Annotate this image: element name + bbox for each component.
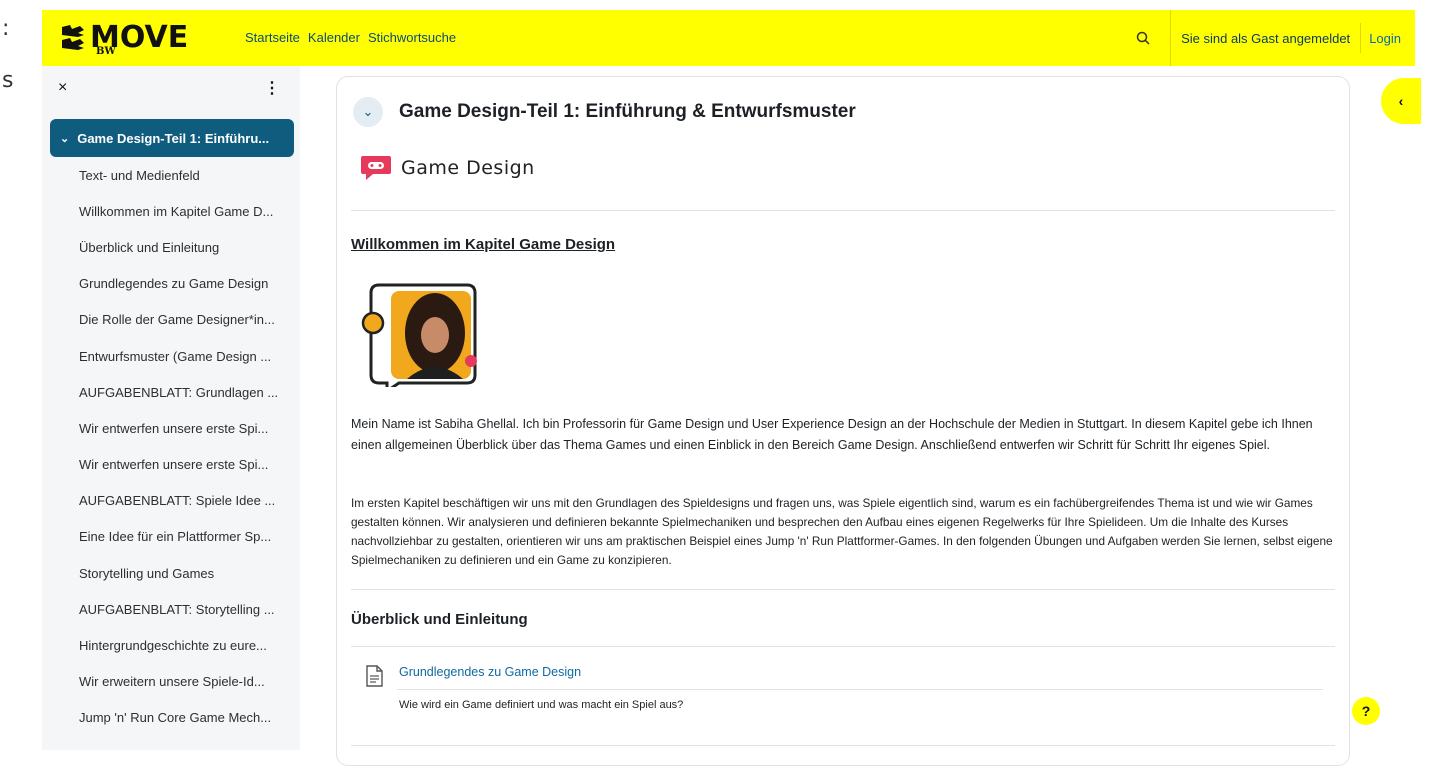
guest-status: Sie sind als Gast angemeldet xyxy=(1181,30,1351,46)
open-block-drawer-button[interactable]: ‹ xyxy=(1381,78,1421,124)
course-index-item[interactable]: Hintergrundgeschichte zu eure... xyxy=(42,627,300,663)
search-icon xyxy=(1136,31,1150,45)
nav-item-startseite[interactable]: Startseite xyxy=(245,30,300,45)
top-navbar: MOVE BW Startseite Kalender Stichwortsuc… xyxy=(42,10,1415,66)
nav-item-stichwortsuche[interactable]: Stichwortsuche xyxy=(368,30,456,45)
course-index-item[interactable]: Entwurfsmuster (Game Design ... xyxy=(42,338,300,374)
course-index-item[interactable]: Eine Idee für ein Plattformer Sp... xyxy=(42,519,300,555)
section-label: Game Design-Teil 1: Einführu... xyxy=(77,130,270,146)
instructor-portrait xyxy=(361,283,477,387)
primary-nav: Startseite Kalender Stichwortsuche xyxy=(245,30,464,45)
divider xyxy=(397,689,1323,690)
collapse-section-button[interactable]: ⌄ xyxy=(353,97,383,127)
divider xyxy=(351,589,1335,590)
intro-paragraph: Mein Name ist Sabiha Ghellal. Ich bin Pr… xyxy=(351,417,1313,452)
chapter-description-paragraph: Im ersten Kapitel beschäftigen wir uns m… xyxy=(351,496,1333,567)
search-button[interactable] xyxy=(1115,10,1172,66)
login-link[interactable]: Login xyxy=(1360,23,1415,53)
course-logo-text: Game Design xyxy=(401,157,535,179)
more-options-icon[interactable]: ⋮ xyxy=(264,78,280,98)
section-title: Game Design-Teil 1: Einführung & Entwurf… xyxy=(399,101,856,122)
chevron-down-icon: ⌄ xyxy=(362,104,374,119)
gamepad-chat-icon xyxy=(361,156,391,180)
course-logo: Game Design xyxy=(359,154,535,182)
activity-description: Wie wird ein Game definiert und was mach… xyxy=(399,699,684,711)
chevron-left-icon: ‹ xyxy=(1398,93,1404,109)
course-index-item[interactable]: Überblick und Einleitung xyxy=(42,229,300,265)
fragment-text-2: s xyxy=(2,68,14,93)
course-index-item[interactable]: Text- und Medienfeld xyxy=(42,157,300,193)
logo-subtext: BW xyxy=(96,46,116,57)
course-index-item[interactable]: Storytelling und Games xyxy=(42,555,300,591)
nav-item-kalender[interactable]: Kalender xyxy=(308,30,360,45)
course-index-item[interactable]: AUFGABENBLATT: Grundlagen ... xyxy=(42,374,300,410)
course-section-card: ⌄ Game Design-Teil 1: Einführung & Entwu… xyxy=(336,76,1350,766)
help-button[interactable]: ? xyxy=(1352,697,1380,725)
chevron-down-icon: ⌄ xyxy=(60,132,70,145)
course-index-item[interactable]: AUFGABENBLATT: Spiele Idee ... xyxy=(42,483,300,519)
course-index-item[interactable]: Die Rolle der Game Designer*in... xyxy=(42,302,300,338)
user-menu-area: Sie sind als Gast angemeldet Login xyxy=(1115,10,1415,66)
close-drawer-button[interactable]: × xyxy=(58,79,67,97)
lion-emblem-icon xyxy=(62,25,84,50)
course-index-section-active[interactable]: ⌄ Game Design-Teil 1: Einführu... xyxy=(50,119,294,157)
course-index-item[interactable]: Wir erweitern unsere Spiele-Id... xyxy=(42,664,300,700)
course-index-drawer: × ⋮ ⌄ Game Design-Teil 1: Einführu... Te… xyxy=(42,66,300,750)
course-index-item[interactable]: Grundlegendes zu Game Design xyxy=(42,266,300,302)
divider xyxy=(351,210,1335,211)
subsection-heading: Überblick und Einleitung xyxy=(351,611,528,628)
course-index-item[interactable]: Jump 'n' Run Core Game Mech... xyxy=(42,700,300,736)
drawer-header: × ⋮ xyxy=(42,66,300,110)
fragment-text-1: : xyxy=(2,16,10,41)
site-logo[interactable]: MOVE BW xyxy=(60,16,200,60)
course-index-item[interactable]: AUFGABENBLATT: Storytelling ... xyxy=(42,591,300,627)
divider xyxy=(351,745,1335,746)
divider xyxy=(351,646,1335,647)
outer-window-fragment: : s xyxy=(0,0,42,750)
course-index-list: Text- und Medienfeld Willkommen im Kapit… xyxy=(42,157,300,736)
course-index-item[interactable]: Wir entwerfen unsere erste Spi... xyxy=(42,447,300,483)
course-index-item[interactable]: Wir entwerfen unsere erste Spi... xyxy=(42,410,300,446)
course-index-item[interactable]: Willkommen im Kapitel Game D... xyxy=(42,193,300,229)
activity-link[interactable]: Grundlegendes zu Game Design xyxy=(399,665,581,679)
welcome-heading: Willkommen im Kapitel Game Design xyxy=(351,236,616,253)
page-document-icon xyxy=(366,665,383,687)
